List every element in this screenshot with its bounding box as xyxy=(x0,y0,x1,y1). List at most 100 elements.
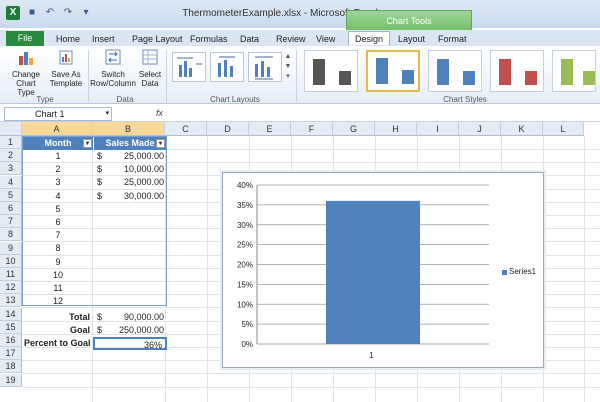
total-value[interactable]: 90,000.00 xyxy=(104,311,164,324)
legend-label-series1: Series1 xyxy=(509,267,537,276)
table-cell-month[interactable]: 12 xyxy=(23,295,93,308)
column-header-c[interactable]: C xyxy=(165,122,207,136)
fx-icon[interactable]: fx xyxy=(156,108,163,118)
save-as-template-button[interactable]: Save As Template xyxy=(48,48,84,88)
name-box[interactable]: Chart 1 ▾ xyxy=(4,107,112,121)
table-cell-month[interactable]: 1 xyxy=(23,150,93,163)
tab-format[interactable]: Format xyxy=(438,32,467,46)
select-data-button[interactable]: Select Data xyxy=(138,48,162,88)
chart-style-4[interactable] xyxy=(490,50,544,92)
table-cell-sales[interactable]: 25,000.00 xyxy=(104,176,164,189)
row-header[interactable]: 1 xyxy=(0,136,22,149)
table-cell-month[interactable]: 3 xyxy=(23,176,93,189)
layout-preview-icon xyxy=(177,57,202,77)
row-header[interactable]: 12 xyxy=(0,281,22,295)
chart-bar-series1[interactable] xyxy=(326,200,420,344)
table-header-sales[interactable]: Sales Made ▼ xyxy=(94,137,166,150)
row-header[interactable]: 14 xyxy=(0,307,22,321)
table-cell-month[interactable]: 2 xyxy=(23,163,93,176)
total-label[interactable]: Total xyxy=(24,311,90,324)
table-cell-sales[interactable] xyxy=(104,269,164,282)
table-cell-month[interactable]: 4 xyxy=(23,190,93,203)
filter-dropdown-icon[interactable]: ▼ xyxy=(156,139,165,148)
table-cell-sales[interactable]: 25,000.00 xyxy=(104,150,164,163)
chart-object[interactable]: 0% 5% 10% 15% 20% 25% 30% 35% 40% Series1 1 xyxy=(222,172,544,368)
table-cell-sales[interactable] xyxy=(104,282,164,295)
switch-row-column-button[interactable]: Switch Row/Column xyxy=(90,48,136,88)
tab-page-layout[interactable]: Page Layout xyxy=(132,32,183,46)
table-cell-sales[interactable] xyxy=(104,216,164,229)
percent-to-goal-label[interactable]: Percent to Goal xyxy=(24,337,94,350)
gridline-horizontal xyxy=(22,386,600,388)
row-header[interactable]: 15 xyxy=(0,320,22,334)
select-all-corner[interactable] xyxy=(0,122,22,136)
table-cell-sales[interactable]: 30,000.00 xyxy=(104,190,164,203)
column-header-f[interactable]: F xyxy=(291,122,333,136)
row-header[interactable]: 16 xyxy=(0,334,22,347)
tab-layout[interactable]: Layout xyxy=(398,32,425,46)
chart-layout-3[interactable] xyxy=(248,52,282,82)
change-chart-type-button[interactable]: Change Chart Type xyxy=(8,48,44,97)
percent-to-goal-value[interactable]: 36% xyxy=(93,337,167,350)
column-header-g[interactable]: G xyxy=(333,122,375,136)
table-cell-sales[interactable] xyxy=(104,203,164,216)
table-cell-sales[interactable]: 10,000.00 xyxy=(104,163,164,176)
row-header[interactable]: 8 xyxy=(0,228,22,242)
row-header[interactable]: 3 xyxy=(0,162,22,176)
tab-review[interactable]: Review xyxy=(276,32,306,46)
row-header[interactable]: 2 xyxy=(0,149,22,163)
table-header-month[interactable]: Month ▼ xyxy=(23,137,93,150)
column-header-a[interactable]: A xyxy=(22,122,92,136)
row-header[interactable]: 18 xyxy=(0,360,22,374)
chevron-down-icon[interactable]: ▾ xyxy=(105,108,109,120)
chart-style-1[interactable] xyxy=(304,50,358,92)
chart-style-2-selected[interactable] xyxy=(366,50,420,92)
table-cell-sales[interactable] xyxy=(104,256,164,269)
row-header[interactable]: 19 xyxy=(0,373,22,387)
chart-layout-1[interactable] xyxy=(172,52,206,82)
row-header[interactable]: 11 xyxy=(0,268,22,281)
table-cell-month[interactable]: 10 xyxy=(23,269,93,282)
table-cell-month[interactable]: 5 xyxy=(23,203,93,216)
filter-dropdown-icon[interactable]: ▼ xyxy=(83,139,92,148)
layouts-scroll[interactable]: ▲ ▼ ▾ xyxy=(284,52,292,82)
row-header[interactable]: 10 xyxy=(0,254,22,268)
row-header[interactable]: 4 xyxy=(0,175,22,189)
column-header-i[interactable]: I xyxy=(417,122,459,136)
tab-design[interactable]: Design xyxy=(348,31,391,45)
tab-formulas[interactable]: Formulas xyxy=(190,32,228,46)
table-cell-sales[interactable] xyxy=(104,295,164,308)
column-header-e[interactable]: E xyxy=(249,122,291,136)
row-header[interactable]: 9 xyxy=(0,241,22,255)
tab-insert[interactable]: Insert xyxy=(92,32,115,46)
chart-layout-2[interactable] xyxy=(210,52,244,82)
y-tick-label: 40% xyxy=(237,181,253,190)
table-cell-sales[interactable] xyxy=(104,229,164,242)
column-header-h[interactable]: H xyxy=(375,122,417,136)
column-header-l[interactable]: L xyxy=(543,122,584,136)
chart-tools-context-label: Chart Tools xyxy=(346,10,472,32)
column-header-d[interactable]: D xyxy=(207,122,249,136)
column-header-k[interactable]: K xyxy=(501,122,543,136)
row-header[interactable]: 6 xyxy=(0,202,22,215)
tab-data[interactable]: Data xyxy=(240,32,259,46)
row-header[interactable]: 17 xyxy=(0,347,22,361)
tab-view[interactable]: View xyxy=(316,32,335,46)
goal-label[interactable]: Goal xyxy=(24,324,90,337)
row-header[interactable]: 7 xyxy=(0,215,22,229)
table-cell-month[interactable]: 7 xyxy=(23,229,93,242)
goal-value[interactable]: 250,000.00 xyxy=(104,324,164,337)
tab-file[interactable]: File xyxy=(6,31,44,46)
table-cell-month[interactable]: 9 xyxy=(23,256,93,269)
table-cell-month[interactable]: 8 xyxy=(23,242,93,255)
row-header[interactable]: 13 xyxy=(0,294,22,308)
chart-style-3[interactable] xyxy=(428,50,482,92)
column-header-j[interactable]: J xyxy=(459,122,501,136)
tab-home[interactable]: Home xyxy=(56,32,80,46)
table-cell-sales[interactable] xyxy=(104,242,164,255)
row-header[interactable]: 5 xyxy=(0,188,22,202)
column-header-b[interactable]: B xyxy=(92,122,165,136)
table-cell-month[interactable]: 6 xyxy=(23,216,93,229)
table-cell-month[interactable]: 11 xyxy=(23,282,93,295)
chart-style-5[interactable] xyxy=(552,50,596,92)
